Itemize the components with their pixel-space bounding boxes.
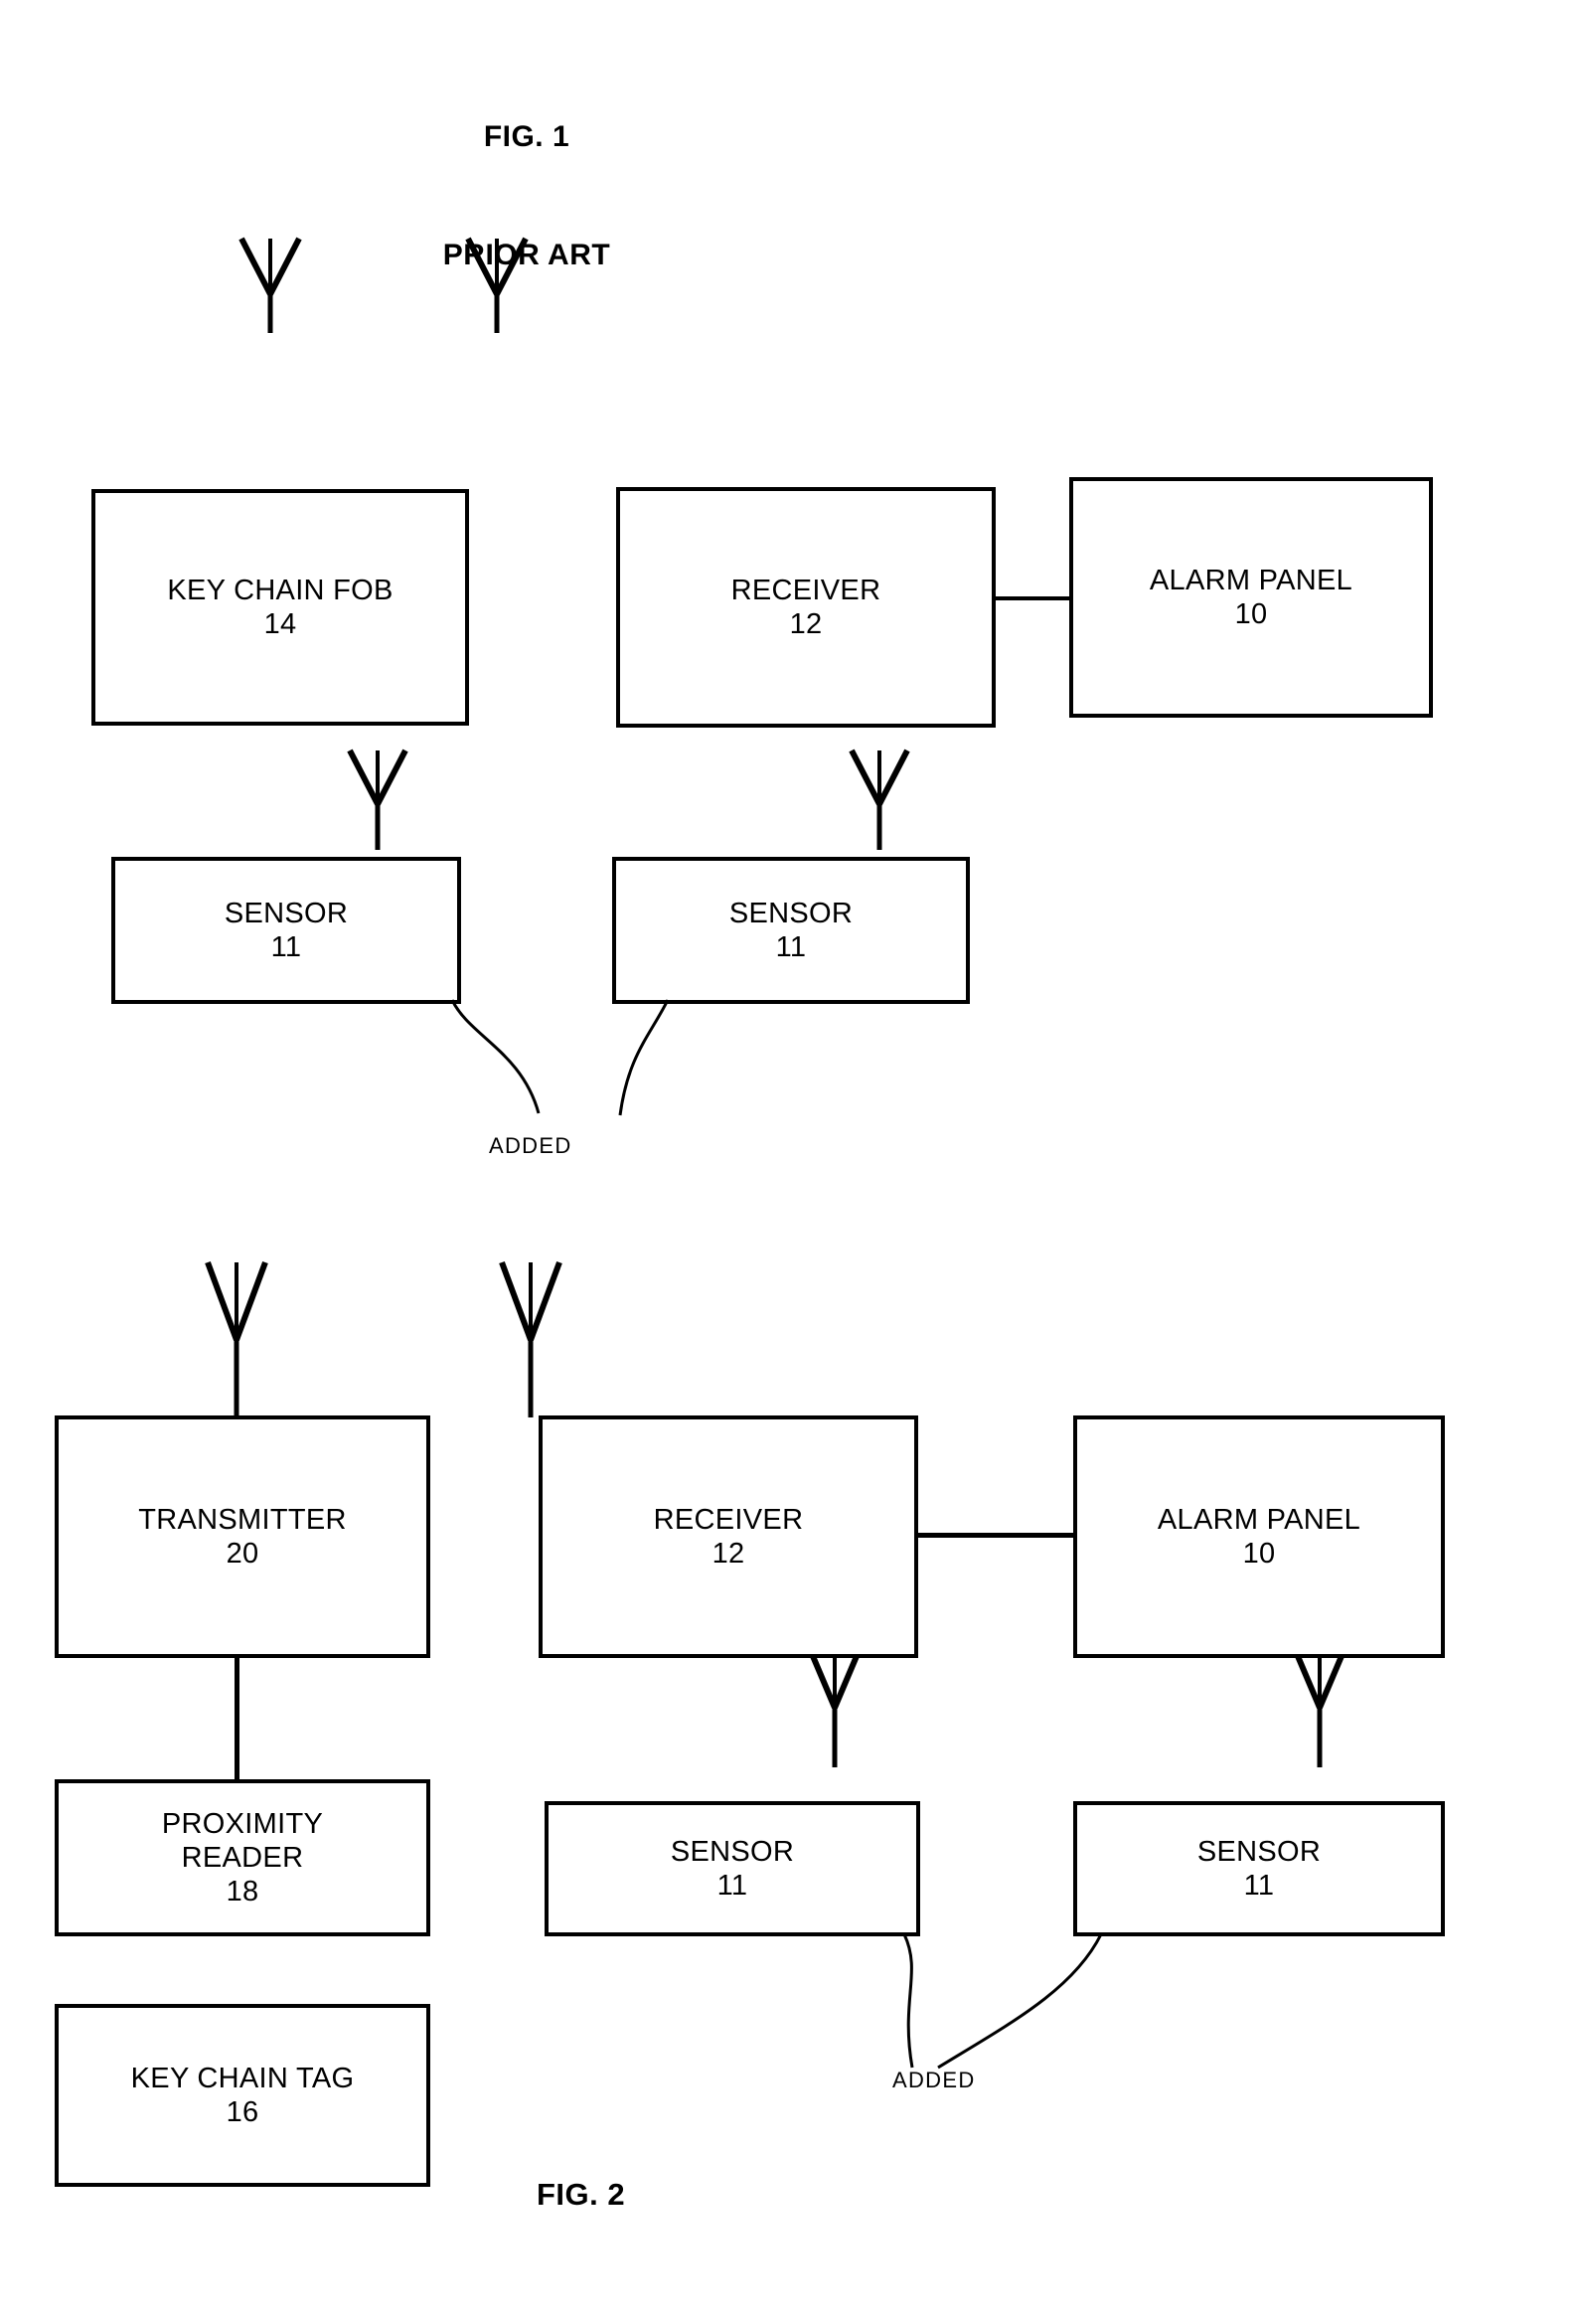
node-label: RECEIVER [730, 574, 881, 606]
leader-line-left-fig1 [437, 994, 576, 1143]
node-sensor-right-fig1[interactable]: SENSOR 11 [612, 857, 970, 1004]
node-label: SENSOR [1196, 1835, 1322, 1868]
node-sensor-left-fig2[interactable]: SENSOR 11 [545, 1801, 920, 1936]
figure-1-title-line1: FIG. 1 [483, 119, 570, 153]
node-label: SENSOR [728, 897, 854, 929]
node-label: SENSOR [224, 897, 349, 929]
node-ref: 12 [711, 1538, 745, 1570]
node-transmitter[interactable]: TRANSMITTER 20 [55, 1415, 430, 1658]
node-ref: 11 [1243, 1870, 1275, 1902]
leader-line-right-fig1 [606, 994, 725, 1143]
node-label: ALARM PANEL [1157, 1503, 1361, 1536]
antenna-icon [338, 741, 417, 852]
node-sensor-right-fig2[interactable]: SENSOR 11 [1073, 1801, 1445, 1936]
antenna-icon [491, 1250, 570, 1419]
node-ref: 18 [226, 1876, 259, 1909]
node-proximity-reader[interactable]: PROXIMITY READER 18 [55, 1779, 430, 1936]
node-label-line2: READER [181, 1841, 304, 1874]
antenna-icon [840, 741, 919, 852]
node-label: TRANSMITTER [138, 1503, 347, 1536]
added-annotation-fig1: ADDED [489, 1133, 572, 1158]
connector-receiver-to-alarm-panel-fig1 [994, 596, 1071, 600]
node-ref: 14 [263, 608, 297, 640]
node-ref: 11 [775, 931, 807, 963]
added-annotation-fig2: ADDED [892, 2068, 976, 2092]
node-ref: 12 [789, 608, 823, 640]
node-receiver-fig2[interactable]: RECEIVER 12 [539, 1415, 918, 1658]
node-ref: 10 [1234, 598, 1268, 630]
node-label: SENSOR [670, 1835, 795, 1868]
node-key-chain-tag[interactable]: KEY CHAIN TAG 16 [55, 2004, 430, 2187]
node-ref: 10 [1242, 1538, 1276, 1570]
node-sensor-left-fig1[interactable]: SENSOR 11 [111, 857, 461, 1004]
node-label-line1: PROXIMITY [161, 1807, 324, 1840]
node-alarm-panel-fig1[interactable]: ALARM PANEL 10 [1069, 477, 1433, 718]
node-label: RECEIVER [653, 1503, 804, 1536]
node-ref: 20 [226, 1538, 259, 1570]
figure-2-title-line1: FIG. 2 [537, 2177, 626, 2213]
node-ref: 16 [226, 2096, 259, 2128]
node-label: KEY CHAIN FOB [167, 574, 394, 606]
node-receiver-fig1[interactable]: RECEIVER 12 [616, 487, 996, 728]
antenna-icon [197, 1250, 276, 1419]
antenna-icon [457, 231, 537, 335]
leader-line-right-fig2 [924, 1928, 1143, 2087]
antenna-icon [231, 231, 310, 335]
figure-2-title: FIG. 2 [537, 2092, 934, 2297]
patent-figure-sheet: FIG. 1 PRIOR ART KEY CHAIN FOB 14 RECEIV… [0, 0, 1579, 2324]
connector-transmitter-to-proximity-reader [235, 1656, 239, 1783]
node-ref: 11 [716, 1870, 748, 1902]
connector-receiver-to-alarm-panel-fig2 [916, 1533, 1075, 1538]
node-alarm-panel-fig2[interactable]: ALARM PANEL 10 [1073, 1415, 1445, 1658]
node-key-chain-fob[interactable]: KEY CHAIN FOB 14 [91, 489, 469, 726]
node-ref: 11 [270, 931, 302, 963]
node-label: KEY CHAIN TAG [130, 2062, 355, 2094]
node-label: ALARM PANEL [1149, 564, 1353, 596]
